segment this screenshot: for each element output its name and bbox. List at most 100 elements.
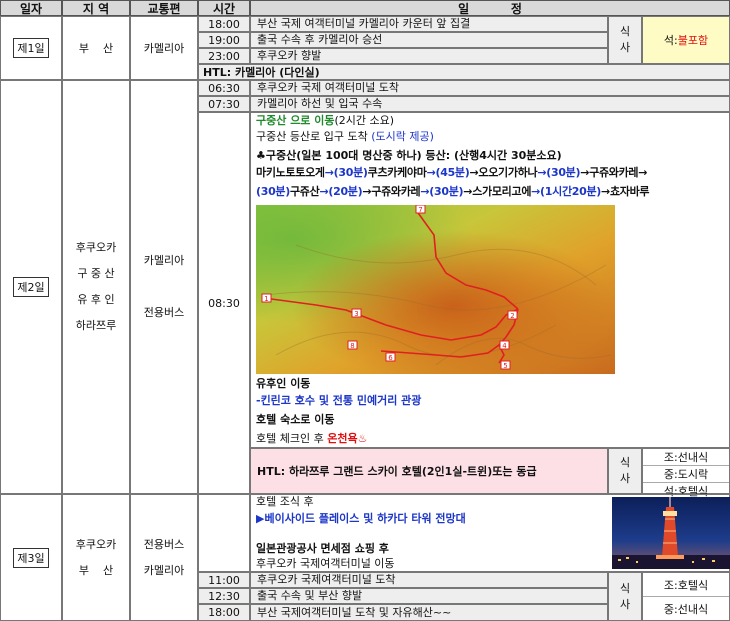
day2-meal-label: 식 사 bbox=[608, 448, 642, 494]
meal-label-line1: 식 bbox=[619, 25, 631, 38]
day1-label: 제1일 bbox=[13, 38, 49, 58]
meal-label-line1: 식 bbox=[619, 456, 631, 469]
day2-transport-cell: 카멜리아 전용버스 bbox=[130, 80, 198, 494]
day3-meals: 조:호텔식 중:선내식 bbox=[642, 572, 730, 621]
day2-meal-lunch: 중:도시락 bbox=[643, 466, 729, 483]
day1-label-cell: 제1일 bbox=[0, 16, 62, 80]
map-marker-label: 1 bbox=[264, 295, 268, 303]
day2-move-title: 구중산 으로 이동 bbox=[256, 114, 335, 127]
map-marker-label: 8 bbox=[350, 342, 354, 350]
route-segment: →오오기가하나 bbox=[469, 166, 538, 179]
day2-region-1: 후쿠오카 bbox=[75, 241, 117, 254]
meal-label-line1: 식 bbox=[619, 581, 631, 595]
route-segment: →구쥬와카레→ bbox=[580, 166, 648, 179]
header-schedule: 일 정 bbox=[250, 0, 730, 16]
day3-label: 제3일 bbox=[13, 547, 49, 568]
day1-htl: HTL: 카멜리아 (다인실) bbox=[198, 64, 730, 80]
header-region: 지 역 bbox=[62, 0, 130, 16]
hiking-route-map: 1 2 3 4 5 6 7 8 bbox=[256, 205, 615, 374]
day3-region-cell: 후쿠오카 부 산 bbox=[62, 494, 130, 621]
day2-region-2: 구 중 산 bbox=[77, 267, 115, 280]
day2-meal-breakfast: 조:선내식 bbox=[643, 449, 729, 466]
day1-meal-value: 불포함 bbox=[677, 34, 709, 47]
day2-yufuin-move: 유후인 이동 bbox=[256, 377, 311, 390]
day2-htl: HTL: 하라쯔루 그랜드 스카이 호텔(2인1실-트윈)또는 동급 bbox=[257, 465, 537, 478]
route-segment: 구쥬산 bbox=[289, 185, 320, 198]
day2-kinrinko: -킨린코 호수 및 전통 민예거리 관광 bbox=[256, 394, 422, 407]
day2-route-line2: (30분)구쥬산→(20분)→구쥬와카레→(30분)→스가모리고에→(1시간20… bbox=[256, 183, 650, 200]
day2-hotel-move: 호텔 숙소로 이동 bbox=[256, 413, 335, 426]
hakata-tower-photo bbox=[612, 497, 730, 569]
day3-label-cell: 제3일 bbox=[0, 494, 62, 621]
day1-transport: 카멜리아 bbox=[130, 16, 198, 80]
route-segment: →스가모리고에 bbox=[463, 185, 532, 198]
day2-checkin: 호텔 체크인 후 bbox=[256, 432, 328, 445]
day2-region-cell: 후쿠오카 구 중 산 유 후 인 하라쯔루 bbox=[62, 80, 130, 494]
map-marker-label: 7 bbox=[418, 206, 422, 214]
day1-meal-prefix: 석: bbox=[663, 34, 678, 47]
header-transport: 교통편 bbox=[130, 0, 198, 16]
day2-htl-cell: HTL: 하라쯔루 그랜드 스카이 호텔(2인1실-트윈)또는 동급 bbox=[250, 448, 608, 494]
day2-label-cell: 제2일 bbox=[0, 80, 62, 494]
route-segment: →구쥬와카레 bbox=[362, 185, 421, 198]
route-segment: 쿠츠카케야마 bbox=[367, 166, 427, 179]
day3-time-2: 12:30 bbox=[198, 588, 250, 604]
route-segment: →(45분) bbox=[426, 166, 470, 179]
day2-text-1: 후쿠오카 국제 여객터미널 도착 bbox=[250, 80, 730, 96]
route-segment: (30분) bbox=[256, 185, 290, 198]
route-segment: →쵸자바루 bbox=[601, 185, 650, 198]
map-marker-label: 6 bbox=[388, 354, 393, 362]
meal-label-line2: 사 bbox=[619, 597, 631, 611]
day3-transport-2: 카멜리아 bbox=[143, 563, 185, 577]
day2-meals: 조:선내식 중:도시락 석:호텔식 bbox=[642, 448, 730, 498]
day1-text-2: 출국 수속 후 카멜리아 승선 bbox=[250, 32, 608, 48]
day2-text-2: 카멜리아 하선 및 입국 수속 bbox=[250, 96, 730, 112]
day1-text-3: 후쿠오카 향발 bbox=[250, 48, 608, 64]
day3-text-3: 부산 국제여객터미널 도착 및 자유해산~~ bbox=[250, 604, 608, 621]
day1-meal-label: 식 사 bbox=[608, 16, 642, 64]
day3-terminal-move: 후쿠오카 국제여객터미널 이동 bbox=[256, 557, 395, 570]
day1-meal: 석: 불포함 bbox=[642, 16, 730, 64]
meal-label-line2: 사 bbox=[619, 472, 631, 485]
route-segment: →(1시간20분) bbox=[531, 185, 602, 198]
day1-region: 부 산 bbox=[62, 16, 130, 80]
day2-time-1: 06:30 bbox=[198, 80, 250, 96]
day2-hike-title: ♣구중산(일본 100대 명산중 하나) 등산: (산행4시간 30분소요) bbox=[256, 149, 562, 162]
day1-time-3: 23:00 bbox=[198, 48, 250, 64]
route-segment: →(30분) bbox=[420, 185, 464, 198]
meal-label-line2: 사 bbox=[619, 41, 631, 54]
day1-time-1: 18:00 bbox=[198, 16, 250, 32]
map-marker-label: 2 bbox=[510, 312, 514, 320]
route-segment: →(30분) bbox=[537, 166, 581, 179]
day3-transport-1: 전용버스 bbox=[143, 537, 185, 551]
day2-region-4: 하라쯔루 bbox=[75, 319, 117, 332]
day3-transport-cell: 전용버스 카멜리아 bbox=[130, 494, 198, 621]
day3-region-1: 후쿠오카 bbox=[75, 537, 117, 551]
day2-trailhead: 구중산 등산로 입구 도착 bbox=[256, 130, 372, 143]
day2-onsen: 온천욕 bbox=[327, 432, 358, 445]
day2-move-note: (2시간 소요) bbox=[334, 114, 395, 127]
day3-region-2: 부 산 bbox=[78, 563, 114, 577]
day2-time-main: 08:30 bbox=[198, 112, 250, 494]
map-marker-label: 3 bbox=[354, 310, 358, 318]
day2-trailhead-line: 구중산 등산로 입구 도착 (도시락 제공) bbox=[256, 128, 434, 145]
onsen-icon: ♨ bbox=[357, 432, 368, 445]
day2-transport-2: 전용버스 bbox=[143, 306, 185, 319]
day2-region-3: 유 후 인 bbox=[77, 293, 115, 306]
day3-meal-breakfast: 조:호텔식 bbox=[643, 573, 729, 597]
header-time: 시간 bbox=[198, 0, 250, 16]
day2-lunch-note: (도시락 제공) bbox=[371, 130, 434, 143]
day3-meal-label: 식 사 bbox=[608, 572, 642, 621]
route-segment: →(30분) bbox=[324, 166, 368, 179]
map-marker-label: 4 bbox=[502, 342, 507, 350]
day3-time-blank bbox=[198, 494, 250, 572]
day3-tour: ▶베이사이드 플레이스 및 하카다 타워 전망대 bbox=[256, 512, 466, 525]
day2-move-line: 구중산 으로 이동(2시간 소요) bbox=[256, 112, 394, 129]
day3-meal-lunch: 중:선내식 bbox=[663, 602, 709, 616]
day3-time-1: 11:00 bbox=[198, 572, 250, 588]
day3-shopping: 일본관광공사 면세점 쇼핑 후 bbox=[256, 542, 389, 555]
day1-time-2: 19:00 bbox=[198, 32, 250, 48]
day3-text-2: 출국 수속 및 부산 향발 bbox=[250, 588, 608, 604]
route-segment: 마키노토토오게 bbox=[256, 166, 325, 179]
map-marker-label: 5 bbox=[503, 362, 507, 370]
